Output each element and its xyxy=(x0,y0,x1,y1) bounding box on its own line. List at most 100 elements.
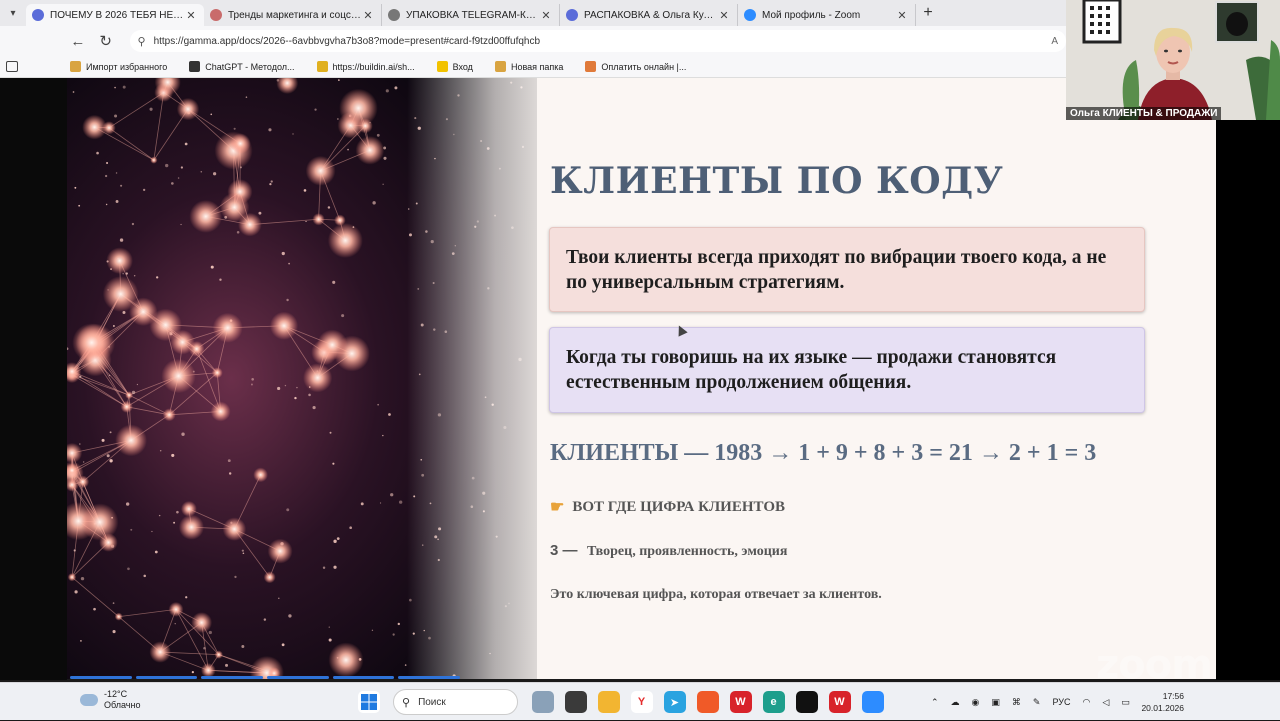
taskbar-app-icon[interactable] xyxy=(565,691,587,713)
clock-date: 20.01.2026 xyxy=(1136,702,1184,714)
battery-icon[interactable]: ▭ xyxy=(1121,697,1130,708)
tab-title: Тренды маркетинга и соцсети 2( xyxy=(228,10,361,21)
slide-progress-bar[interactable] xyxy=(70,676,460,679)
weather-temp: -12°C xyxy=(104,689,140,700)
telegram-icon[interactable]: ➤ xyxy=(664,691,686,713)
wps-writer-icon[interactable]: W xyxy=(829,691,851,713)
weather-desc: Облачно xyxy=(104,700,140,711)
browser-tab[interactable]: РАСПАКОВКА & Ольга Кудрявц...✕ xyxy=(560,4,738,26)
weather-widget[interactable]: -12°C Облачно xyxy=(80,689,140,711)
yandex-browser-icon[interactable]: Y xyxy=(631,691,653,713)
search-icon: ⚲ xyxy=(402,696,410,709)
key-note: Это ключевая цифра, которая отвечает за … xyxy=(550,587,882,603)
tray-app-icon[interactable]: ⌘ xyxy=(1012,697,1021,708)
url-input[interactable]: ⚲ https://gamma.app/docs/2026--6avbbvgvh… xyxy=(130,30,1067,52)
tray-app-icon[interactable]: ▣ xyxy=(991,697,1000,708)
bookmark-label: Оплатить онлайн |... xyxy=(601,62,686,72)
bookmark-item[interactable]: Оплатить онлайн |... xyxy=(585,61,686,72)
number-meaning: 3 — Творец, проявленность, эмоция xyxy=(550,542,787,560)
tab-close-icon[interactable]: ✕ xyxy=(539,9,553,22)
webcam-video: Ольга КЛИЕНТЫ & ПРОДАЖИ xyxy=(1066,0,1280,120)
hint-line: ☛ ВОТ ГДЕ ЦИФРА КЛИЕНТОВ xyxy=(550,497,785,517)
volume-icon[interactable]: ◁ xyxy=(1102,697,1109,708)
bookmark-favicon-icon xyxy=(585,61,596,72)
bookmark-item[interactable]: Новая папка xyxy=(495,61,563,72)
progress-segment[interactable] xyxy=(136,676,198,679)
tab-close-icon[interactable]: ✕ xyxy=(717,9,731,22)
tray-chevron-up-icon[interactable]: ⌃ xyxy=(931,697,939,708)
gamma-icon xyxy=(566,9,578,21)
tab-list-chevron-icon[interactable]: ▾ xyxy=(0,0,26,26)
image-fade-overlay xyxy=(407,78,567,679)
progress-segment[interactable] xyxy=(267,676,329,679)
site-info-icon[interactable]: ⚲ xyxy=(138,35,146,48)
bookmark-item[interactable]: ChatGPT - Методол... xyxy=(189,61,294,72)
bookmark-label: ChatGPT - Методол... xyxy=(205,62,294,72)
progress-segment[interactable] xyxy=(70,676,132,679)
bookmark-item[interactable]: https://buildin.ai/sh... xyxy=(317,61,415,72)
bookmark-label: https://buildin.ai/sh... xyxy=(333,62,415,72)
new-tab-plus-icon[interactable]: + xyxy=(916,4,940,22)
callout-card-lilac: Когда ты говоришь на их языке — продажи … xyxy=(549,327,1145,413)
edge-browser-icon[interactable]: e xyxy=(763,691,785,713)
callout-card-pink-text: Твои клиенты всегда приходят по вибрации… xyxy=(566,245,1128,295)
clock-time: 17:56 xyxy=(1136,690,1184,702)
bookmark-favicon-icon xyxy=(189,61,200,72)
meaning-text: Творец, проявленность, эмоция xyxy=(587,544,787,559)
bookmark-item[interactable]: Импорт избранного xyxy=(70,61,167,72)
pen-icon[interactable]: ✎ xyxy=(1033,697,1041,708)
meaning-number: 3 — xyxy=(550,542,578,559)
taskbar-apps: ⚲ Поиск Y ➤ W e W xyxy=(352,683,889,721)
progress-segment[interactable] xyxy=(201,676,263,679)
app-orange-icon[interactable] xyxy=(697,691,719,713)
browser-tab[interactable]: Мой профиль - Zoom✕ xyxy=(738,4,916,26)
tab-close-icon[interactable]: ✕ xyxy=(895,9,909,22)
tab-close-icon[interactable]: ✕ xyxy=(184,9,198,22)
url-text: https://gamma.app/docs/2026--6avbbvgvha7… xyxy=(154,36,1052,47)
task-view-icon[interactable] xyxy=(532,691,554,713)
bookmark-favicon-icon xyxy=(495,61,506,72)
file-explorer-icon[interactable] xyxy=(598,691,620,713)
progress-segment[interactable] xyxy=(333,676,395,679)
cloud-sync-icon[interactable]: ☁ xyxy=(951,697,960,708)
wifi-icon[interactable]: ◠ xyxy=(1083,697,1091,708)
bookmark-favicon-icon xyxy=(317,61,328,72)
tab-strip: ПОЧЕМУ В 2026 ТЕБЯ НЕ СЛЫШ...✕Тренды мар… xyxy=(26,0,916,26)
capcut-icon[interactable] xyxy=(796,691,818,713)
right-letterbox xyxy=(1216,120,1280,680)
sidebar-toggle-icon[interactable] xyxy=(6,61,18,72)
webcam-scene xyxy=(1066,0,1280,120)
browser-tab[interactable]: Тренды маркетинга и соцсети 2(✕ xyxy=(204,4,382,26)
zoom-app-icon[interactable] xyxy=(862,691,884,713)
windows-start-icon[interactable] xyxy=(358,691,380,713)
browser-tab[interactable]: ПОЧЕМУ В 2026 ТЕБЯ НЕ СЛЫШ...✕ xyxy=(26,4,204,26)
presentation-slide: КЛИЕНТЫ ПО КОДУ Твои клиенты всегда прих… xyxy=(67,78,1216,679)
bookmark-item[interactable]: Вход xyxy=(437,61,473,72)
reload-icon[interactable]: ↻ xyxy=(92,32,120,50)
zoom-icon xyxy=(744,9,756,21)
taskbar-search-input[interactable]: ⚲ Поиск xyxy=(393,689,518,715)
bookmark-label: Новая папка xyxy=(511,62,563,72)
tab-title: ПОЧЕМУ В 2026 ТЕБЯ НЕ СЛЫШ... xyxy=(50,10,184,21)
reader-mode-icon[interactable]: A xyxy=(1051,36,1058,47)
slide-title: КЛИЕНТЫ ПО КОДУ xyxy=(550,160,1003,202)
bookmark-label: Импорт избранного xyxy=(86,62,167,72)
progress-segment[interactable] xyxy=(398,676,460,679)
callout-card-pink: Твои клиенты всегда приходят по вибрации… xyxy=(549,227,1145,312)
bookmark-favicon-icon xyxy=(437,61,448,72)
cloud-icon xyxy=(80,694,98,706)
gamma-icon xyxy=(32,9,44,21)
windows-taskbar: -12°C Облачно ⚲ Поиск Y ➤ W e W ⌃ ☁ ◉ ▣ … xyxy=(0,682,1280,720)
wps-office-icon[interactable]: W xyxy=(730,691,752,713)
back-arrow-icon[interactable]: ← xyxy=(64,33,92,50)
tray-app-icon[interactable]: ◉ xyxy=(972,697,980,708)
address-bar-row: ← ↻ ⚲ https://gamma.app/docs/2026--6avbb… xyxy=(0,26,1066,56)
language-indicator[interactable]: РУС xyxy=(1052,697,1070,707)
bookmark-list: Импорт избранного ChatGPT - Методол... htt… xyxy=(70,61,708,72)
callout-card-lilac-text: Когда ты говоришь на их языке — продажи … xyxy=(566,345,1128,395)
bookmark-favicon-icon xyxy=(70,61,81,72)
tab-close-icon[interactable]: ✕ xyxy=(361,9,375,22)
taskbar-clock[interactable]: 17:56 20.01.2026 xyxy=(1136,690,1184,714)
tab-title: РАСПАКОВКА & Ольга Кудрявц... xyxy=(584,10,717,21)
browser-tab[interactable]: УПАКОВКА TELEGRAM-КАНАЛА✕ xyxy=(382,4,560,26)
